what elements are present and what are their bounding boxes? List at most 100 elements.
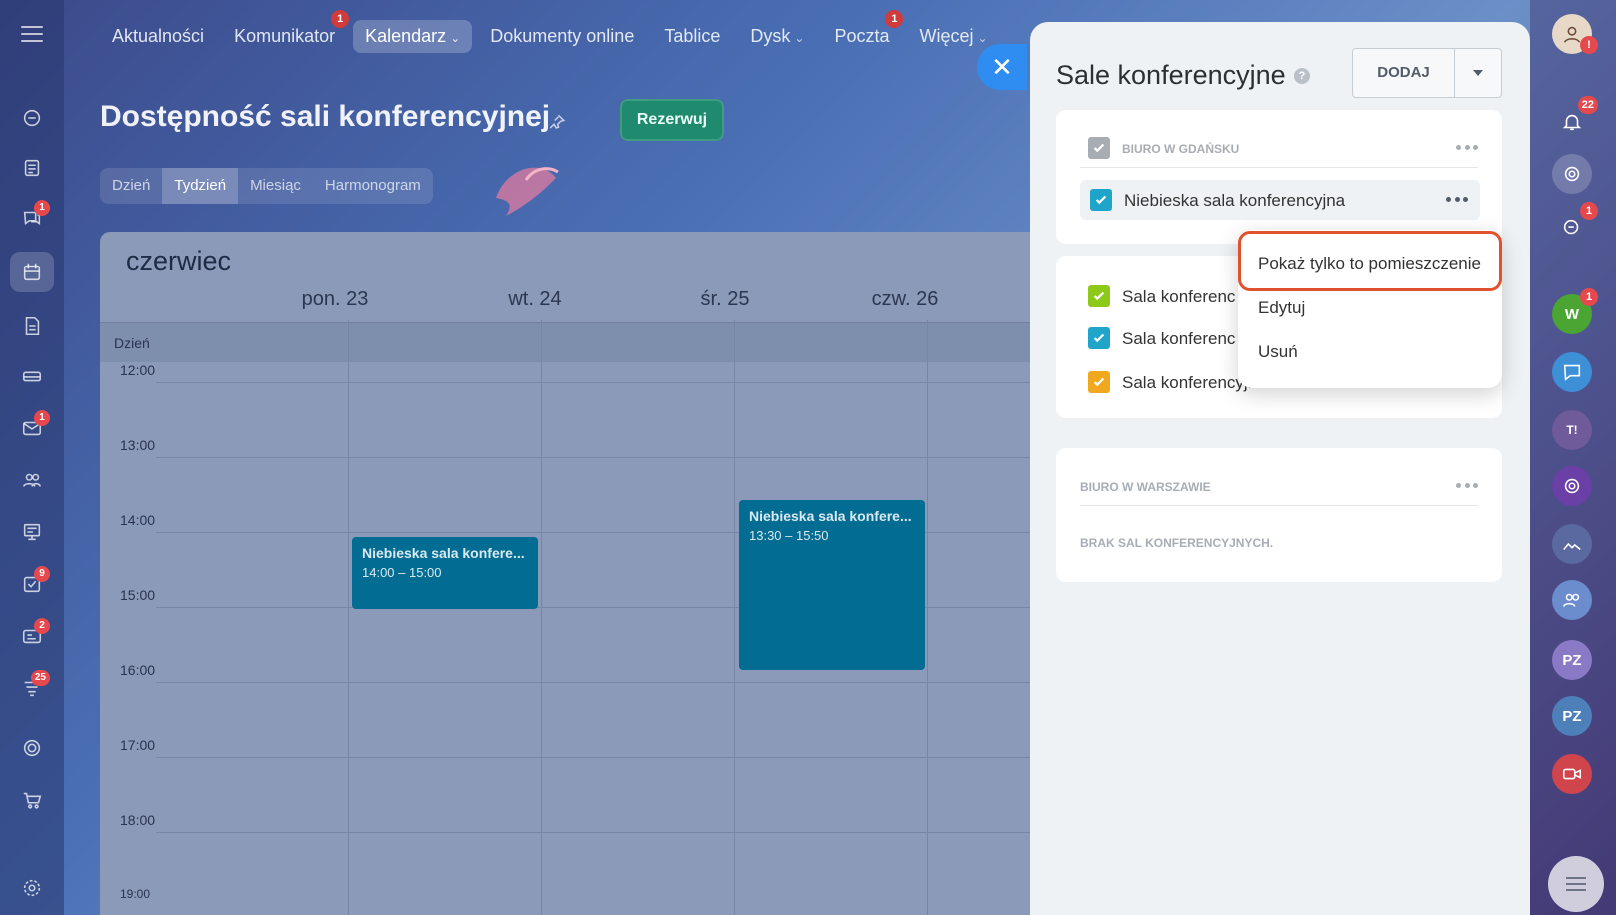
mail-badge: 1 xyxy=(34,410,50,426)
help-icon[interactable]: ? xyxy=(1294,68,1310,84)
nav-badge: 1 xyxy=(885,9,904,28)
avatar[interactable]: ! xyxy=(1552,14,1598,54)
calendar-event[interactable]: Niebieska sala konfere... 14:00 – 15:00 xyxy=(352,537,538,609)
sidebar-crm-icon[interactable]: 2 xyxy=(10,616,54,656)
sidebar-chat-icon[interactable]: 1 xyxy=(10,198,54,238)
time-grid[interactable]: 12:00 13:00 14:00 15:00 16:00 17:00 18:0… xyxy=(100,320,1060,915)
pin-icon[interactable] xyxy=(548,113,566,131)
top-navigation: Aktualności Komunikator 1 Kalendarz ⌄ Doku… xyxy=(100,9,1000,54)
chat-pz-avatar[interactable]: PZ xyxy=(1552,640,1592,680)
calendar-event[interactable]: Niebieska sala konfere... 13:30 – 15:50 xyxy=(739,500,925,670)
office-header: BIURO W GDAŃSKU xyxy=(1080,128,1478,168)
hour-label: 13:00 xyxy=(120,437,156,453)
w-badge: 1 xyxy=(1580,288,1598,306)
tab-schedule[interactable]: Harmonogram xyxy=(313,168,433,204)
messenger-menu-icon[interactable] xyxy=(1548,856,1604,912)
decorative-bird-image xyxy=(496,167,559,216)
tab-week[interactable]: Tydzień xyxy=(162,168,239,204)
no-rooms-message: BRAK SAL KONFERENCYJNYCH. xyxy=(1080,536,1274,550)
menu-item-delete[interactable]: Usuń xyxy=(1258,342,1298,362)
general-chat-icon[interactable] xyxy=(1552,352,1592,392)
chevron-down-icon: ⌄ xyxy=(794,30,805,45)
office-checkbox[interactable] xyxy=(1088,137,1110,159)
office-card-warsaw: BIURO W WARSZAWIE BRAK SAL KONFERENCYJNY… xyxy=(1056,448,1502,582)
room-row[interactable]: Niebieska sala konferencyjna xyxy=(1080,180,1480,220)
room-checkbox[interactable] xyxy=(1090,189,1112,211)
chat-w-avatar[interactable]: W 1 xyxy=(1552,288,1598,334)
month-label: czerwiec xyxy=(126,246,232,276)
notifications-bell-icon[interactable]: 22 xyxy=(1552,96,1598,142)
chat-photo-avatar[interactable] xyxy=(1552,524,1592,564)
menu-item-show-only[interactable]: Pokaż tylko to pomieszczenie xyxy=(1258,254,1481,274)
allday-label: Dzień xyxy=(114,335,150,351)
more-icon[interactable] xyxy=(1456,145,1478,151)
chat-ti-avatar[interactable]: T! xyxy=(1552,410,1592,450)
event-time: 13:30 – 15:50 xyxy=(749,528,829,543)
tasks-badge: 9 xyxy=(34,566,50,582)
nav-dysk[interactable]: Dysk ⌄ xyxy=(738,20,816,53)
room-name: Sala konferenc xyxy=(1122,287,1236,306)
sidebar-mail-icon[interactable]: 1 xyxy=(10,408,54,448)
day-header: pon. 23 xyxy=(301,288,369,310)
sidebar-calendar-icon[interactable] xyxy=(10,252,54,292)
menu-item-edit[interactable]: Edytuj xyxy=(1258,298,1305,318)
add-button-label[interactable]: DODAJ xyxy=(1353,49,1455,97)
room-checkbox[interactable] xyxy=(1088,285,1110,307)
room-checkbox[interactable] xyxy=(1088,327,1110,349)
days-header: pon. 23 wt. 24 śr. 25 czw. 26 xyxy=(100,288,1060,320)
group-chat-icon[interactable] xyxy=(1552,580,1592,620)
sidebar-feed-icon[interactable] xyxy=(10,98,54,138)
nav-tablice[interactable]: Tablice xyxy=(652,20,732,53)
office-name: BIURO W WARSZAWIE xyxy=(1080,480,1211,494)
hour-label: 18:00 xyxy=(120,812,156,828)
more-icon[interactable] xyxy=(1446,197,1468,203)
chat-pz-avatar[interactable]: PZ xyxy=(1552,696,1592,736)
add-button[interactable]: DODAJ xyxy=(1352,48,1502,98)
nav-dokumenty[interactable]: Dokumenty online xyxy=(478,20,646,53)
nav-poczta[interactable]: Poczta 1 xyxy=(822,9,904,53)
copilot-icon[interactable] xyxy=(1552,154,1592,194)
sidebar-workgroups-icon[interactable] xyxy=(10,512,54,552)
nav-komunikator[interactable]: Komunikator 1 xyxy=(222,9,350,53)
hour-label: 15:00 xyxy=(120,587,156,603)
openlines-icon[interactable] xyxy=(1552,466,1592,506)
alert-badge: ! xyxy=(1580,36,1598,54)
chat-badge: 1 xyxy=(34,200,50,216)
day-header: czw. 26 xyxy=(871,288,939,310)
hour-label: 17:00 xyxy=(120,737,156,753)
notifications-badge: 22 xyxy=(1577,96,1598,114)
chat-search-icon[interactable]: 1 xyxy=(1552,202,1598,248)
event-title: Niebieska sala konfere... xyxy=(362,545,525,561)
tab-month[interactable]: Miesiąc xyxy=(238,168,313,204)
funnel-badge: 25 xyxy=(30,670,50,686)
close-icon[interactable]: ✕ xyxy=(977,44,1027,90)
room-context-menu: Pokaż tylko to pomieszczenie Edytuj Usuń xyxy=(1238,230,1502,388)
page-title: Dostępność sali konferencyjnej xyxy=(100,100,551,133)
rooms-slider-panel: Sale konferencyjne ? DODAJ BIURO W GDAŃS… xyxy=(1030,22,1530,915)
sidebar-employees-icon[interactable] xyxy=(10,460,54,500)
allday-row[interactable]: Dzień xyxy=(100,322,1060,362)
tab-day[interactable]: Dzień xyxy=(100,168,162,204)
nav-aktualnosci[interactable]: Aktualności xyxy=(100,20,216,53)
chat-badge: 1 xyxy=(1580,202,1598,220)
reserve-button[interactable]: Rezerwuj xyxy=(620,99,724,141)
sidebar-news-icon[interactable] xyxy=(10,148,54,188)
menu-icon[interactable] xyxy=(21,26,43,42)
sidebar-funnel-icon[interactable]: 25 xyxy=(10,668,54,708)
hour-label: 12:00 xyxy=(120,362,156,378)
event-title: Niebieska sala konfere... xyxy=(749,508,912,524)
nav-kalendarz[interactable]: Kalendarz ⌄ xyxy=(353,19,473,53)
sidebar-drive-icon[interactable] xyxy=(10,356,54,396)
hour-label: 14:00 xyxy=(120,512,156,528)
sidebar-document-icon[interactable] xyxy=(10,306,54,346)
calendar-week-view: czerwiec pon. 23 wt. 24 śr. 25 czw. 26 D… xyxy=(100,232,1060,915)
room-name: Niebieska sala konferencyjna xyxy=(1124,191,1346,210)
add-dropdown-arrow-icon[interactable] xyxy=(1455,49,1501,97)
video-call-icon[interactable] xyxy=(1552,754,1592,794)
sidebar-tasks-icon[interactable]: 9 xyxy=(10,564,54,604)
sidebar-goals-icon[interactable] xyxy=(10,728,54,768)
room-checkbox[interactable] xyxy=(1088,371,1110,393)
sidebar-shop-icon[interactable] xyxy=(10,780,54,820)
more-icon[interactable] xyxy=(1456,483,1478,489)
sidebar-settings-icon[interactable] xyxy=(10,868,54,908)
